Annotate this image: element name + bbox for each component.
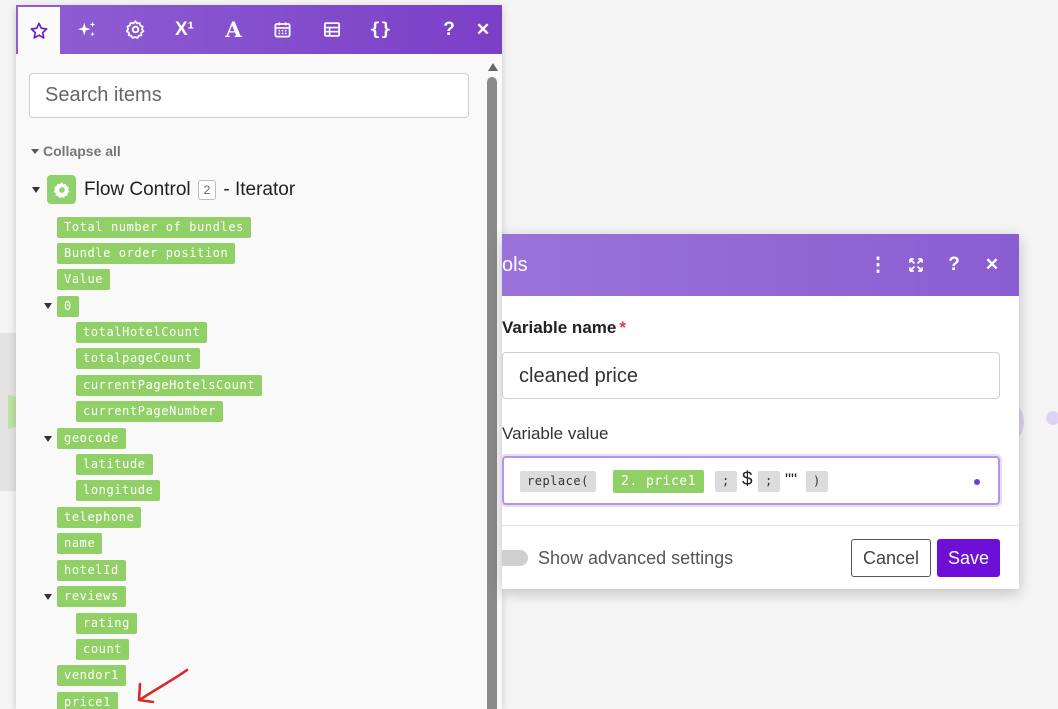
save-button[interactable]: Save	[937, 539, 1000, 577]
variable-value-label: Variable value	[502, 424, 609, 443]
scrollbar-thumb[interactable]	[487, 77, 497, 709]
json-tab[interactable]: {}	[356, 5, 405, 54]
separator-token: ;	[758, 471, 780, 492]
ai-tab[interactable]	[62, 5, 111, 54]
close-icon: ✕	[475, 19, 491, 39]
tree-item-total-bundles[interactable]: Total number of bundles	[57, 217, 251, 238]
advanced-settings-toggle[interactable]	[502, 550, 528, 566]
tree-item-vendor1[interactable]: vendor1	[57, 665, 126, 686]
dialog-header-icons: ⋮ ? ✕	[861, 248, 1009, 282]
calendar-icon	[273, 20, 292, 39]
braces-icon: {}	[369, 19, 392, 40]
dialog-title: ols	[502, 254, 528, 276]
collapse-all-label: Collapse all	[43, 143, 121, 159]
annotation-arrow-icon	[137, 668, 189, 704]
array-functions-tab[interactable]	[307, 5, 356, 54]
tree-item-value[interactable]: Value	[57, 269, 111, 290]
required-marker: *	[619, 318, 626, 337]
tree-item-telephone[interactable]: telephone	[57, 507, 142, 528]
tree-item-totalhotelcount[interactable]: totalHotelCount	[76, 322, 208, 343]
replace-function-token[interactable]: replace(	[520, 471, 596, 492]
tree-item-totalpagecount[interactable]: totalpageCount	[76, 348, 200, 369]
tree-item-reviews[interactable]: reviews	[57, 586, 126, 607]
favorites-tab[interactable]	[18, 7, 60, 54]
mapping-toolbar: X¹ A {} ? ✕	[16, 5, 502, 54]
date-functions-tab[interactable]	[258, 5, 307, 54]
tree-item-currentpagenumber[interactable]: currentPageNumber	[76, 401, 224, 422]
close-icon[interactable]: ✕	[975, 248, 1009, 282]
caret-down-icon[interactable]	[32, 186, 40, 193]
superscript-icon: X¹	[175, 18, 194, 40]
table-icon	[322, 20, 342, 39]
text-functions-tab[interactable]: A	[209, 5, 258, 54]
collapse-all-button[interactable]: Collapse all	[31, 143, 121, 159]
help-icon: ?	[443, 18, 455, 40]
text-cursor-dot	[974, 479, 980, 485]
search-input[interactable]	[30, 74, 468, 117]
empty-string-literal: ""	[785, 470, 798, 489]
search-box	[29, 73, 469, 118]
text-a-icon: A	[225, 17, 242, 42]
background-connector-dot	[1046, 411, 1058, 425]
help-icon[interactable]: ?	[937, 248, 971, 282]
dollar-literal: $	[742, 469, 753, 490]
tree-item-latitude[interactable]: latitude	[76, 454, 153, 475]
tree-item-geocode[interactable]: geocode	[57, 428, 126, 449]
variable-name-field[interactable]: cleaned price	[502, 352, 1000, 399]
advanced-settings-label: Show advanced settings	[538, 548, 734, 568]
tree-item-name[interactable]: name	[57, 533, 103, 554]
cancel-button[interactable]: Cancel	[851, 539, 931, 577]
dialog-header: ols ⋮ ? ✕	[502, 234, 1019, 296]
variable-name-label: Variable name *	[502, 318, 626, 338]
module-header-flow-control[interactable]: Flow Control 2 - Iterator	[32, 175, 295, 204]
panel-help-button[interactable]: ?	[432, 5, 466, 54]
variable-name-label-text: Variable name	[502, 318, 617, 337]
tree-item-bundle-position[interactable]: Bundle order position	[57, 243, 236, 264]
module-title: Flow Control	[84, 178, 191, 200]
math-functions-tab[interactable]: X¹	[160, 5, 209, 54]
tree-item-hotelid[interactable]: hotelId	[57, 560, 126, 581]
set-variable-dialog: ols ⋮ ? ✕ Variable name * cleaned price V…	[502, 234, 1019, 589]
scroll-up-arrow-icon[interactable]	[488, 63, 498, 71]
tree-item-count[interactable]: count	[76, 639, 130, 660]
variable-value-field[interactable]: replace( 2. price1 ; $ ; "" )	[502, 456, 1000, 505]
tree-item-rating[interactable]: rating	[76, 613, 137, 634]
dialog-divider	[502, 525, 1019, 526]
gear-icon	[125, 19, 146, 40]
variable-name-value: cleaned price	[519, 365, 638, 387]
expand-caret-icon[interactable]	[44, 303, 52, 309]
caret-down-icon	[31, 148, 39, 154]
tree-item-currentpagehotelscount[interactable]: currentPageHotelsCount	[76, 375, 263, 396]
sparkles-icon	[76, 19, 98, 41]
expand-caret-icon[interactable]	[44, 436, 52, 442]
close-paren-token: )	[806, 471, 828, 492]
separator-token: ;	[715, 471, 737, 492]
tree-item-price1[interactable]: price1	[57, 692, 118, 709]
expand-caret-icon[interactable]	[44, 594, 52, 600]
module-number-badge: 2	[197, 179, 217, 200]
flow-control-gear-icon	[47, 175, 76, 204]
mapped-price1-token[interactable]: 2. price1	[613, 470, 704, 493]
mapping-panel: X¹ A {} ? ✕ Collapse all Flow Control 2 …	[16, 5, 502, 709]
panel-close-button[interactable]: ✕	[466, 5, 500, 54]
expand-icon[interactable]	[899, 248, 933, 282]
more-options-icon[interactable]: ⋮	[861, 248, 895, 282]
tree-item-longitude[interactable]: longitude	[76, 480, 161, 501]
star-icon	[29, 21, 49, 41]
tree-item-0[interactable]: 0	[57, 296, 79, 317]
general-functions-tab[interactable]	[111, 5, 160, 54]
module-subtitle: - Iterator	[223, 178, 296, 200]
